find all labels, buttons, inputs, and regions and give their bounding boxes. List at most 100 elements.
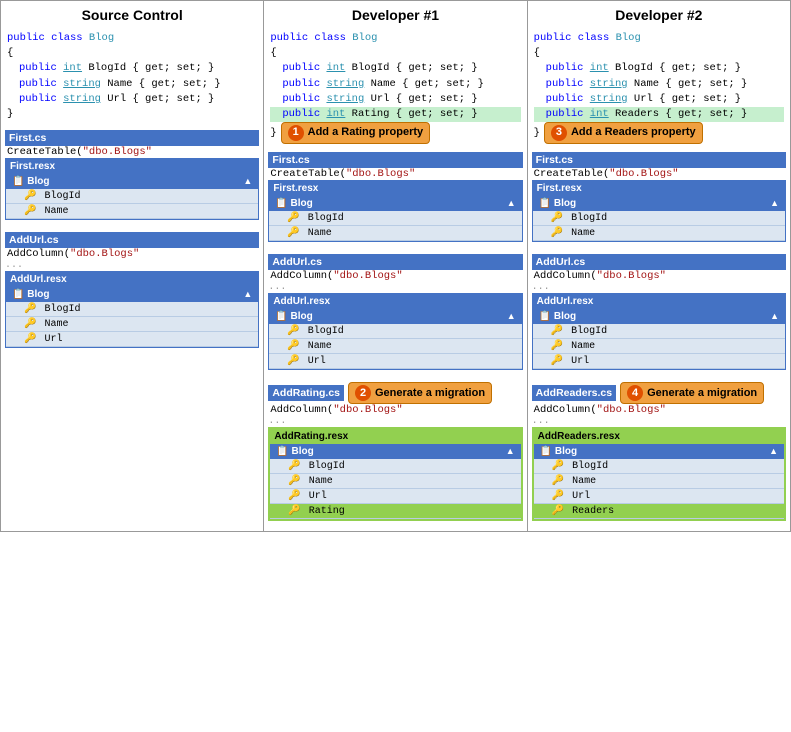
d1-addurl-resx: AddUrl.resx 📋 Blog ▲ 🔑 BlogId 🔑 Name 🔑 U… — [268, 293, 522, 370]
d1-addurl-migration: AddUrl.cs AddColumn("dbo.Blogs" ... AddU… — [268, 254, 522, 370]
callout-num-1: 1 — [288, 125, 304, 141]
d1-addrating-filename: AddRating.cs — [268, 385, 344, 401]
sc-first-resx-header: First.resx — [6, 159, 258, 174]
sc-first-resx: First.resx 📋 Blog ▲ 🔑 BlogId 🔑 Name — [5, 158, 259, 220]
sc-addurl-entity-title: 📋 Blog ▲ — [6, 287, 258, 302]
d1-addrating-resx-header: AddRating.resx — [270, 429, 520, 444]
d2-first-migration: First.cs CreateTable("dbo.Blogs" First.r… — [532, 152, 786, 242]
d2-addreaders-entity-title: 📋 Blog ▲ — [534, 444, 784, 459]
d1-addrating-code: AddColumn("dbo.Blogs" — [268, 404, 522, 416]
d1-addurl-entity-title: 📋 Blog ▲ — [269, 309, 521, 324]
developer1-code: public class Blog { public int BlogId { … — [268, 29, 522, 146]
d2-addurl-resx: AddUrl.resx 📋 Blog ▲ 🔑 BlogId 🔑 Name 🔑 U… — [532, 293, 786, 370]
d1-first-blogid-row: 🔑 BlogId — [269, 211, 521, 226]
sc-first-name-row: 🔑 Name — [6, 204, 258, 219]
sc-first-entity-title: 📋 Blog ▲ — [6, 174, 258, 189]
main-container: Source Control public class Blog { publi… — [0, 0, 791, 532]
d1-addrating-resx: AddRating.resx 📋 Blog ▲ 🔑 BlogId 🔑 Name … — [268, 427, 522, 521]
d1-addrating-entity-table: 📋 Blog ▲ 🔑 BlogId 🔑 Name 🔑 Url 🔑 Rating — [270, 444, 520, 519]
callout-4: 4 Generate a migration — [620, 382, 764, 404]
sc-first-entity-table: 📋 Blog ▲ 🔑 BlogId 🔑 Name — [6, 174, 258, 219]
d2-first-filename: First.cs — [532, 152, 786, 168]
source-control-header: Source Control — [5, 7, 259, 23]
d1-addrating-url-row: 🔑 Url — [270, 489, 520, 504]
d2-addurl-filename: AddUrl.cs — [532, 254, 786, 270]
sc-addurl-filename: AddUrl.cs — [5, 232, 259, 248]
d1-first-resx-header: First.resx — [269, 181, 521, 196]
d2-first-name-row: 🔑 Name — [533, 226, 785, 241]
d1-addrating-entity-title: 📋 Blog ▲ — [270, 444, 520, 459]
developer1-column: Developer #1 public class Blog { public … — [264, 1, 527, 531]
d2-addreaders-resx-header: AddReaders.resx — [534, 429, 784, 444]
d2-addreaders-readers-row: 🔑 Readers — [534, 504, 784, 519]
d1-addrating-rating-row: 🔑 Rating — [270, 504, 520, 519]
d1-first-entity-table: 📋 Blog ▲ 🔑 BlogId 🔑 Name — [269, 196, 521, 241]
d2-first-code: CreateTable("dbo.Blogs" — [532, 168, 786, 180]
callout-3: 3 Add a Readers property — [544, 122, 703, 144]
d2-addreaders-migration: AddReaders.cs 4 Generate a migration Add… — [532, 382, 786, 521]
d2-addurl-url-row: 🔑 Url — [533, 354, 785, 369]
developer2-column: Developer #2 public class Blog { public … — [528, 1, 790, 531]
d2-first-resx: First.resx 📋 Blog ▲ 🔑 BlogId 🔑 Name — [532, 180, 786, 242]
sc-first-code: CreateTable("dbo.Blogs" — [5, 146, 259, 158]
sc-first-filename: First.cs — [5, 130, 259, 146]
sc-addurl-resx-header: AddUrl.resx — [6, 272, 258, 287]
developer1-header: Developer #1 — [268, 7, 522, 23]
callout-num-4: 4 — [627, 385, 643, 401]
d1-first-name-row: 🔑 Name — [269, 226, 521, 241]
sc-addurl-name-row: 🔑 Name — [6, 317, 258, 332]
sc-addurl-entity-table: 📋 Blog ▲ 🔑 BlogId 🔑 Name 🔑 Url — [6, 287, 258, 347]
callout-num-3: 3 — [551, 125, 567, 141]
d1-first-migration: First.cs CreateTable("dbo.Blogs" First.r… — [268, 152, 522, 242]
d2-addurl-code: AddColumn("dbo.Blogs" — [532, 270, 786, 282]
d1-addurl-entity-table: 📋 Blog ▲ 🔑 BlogId 🔑 Name 🔑 Url — [269, 309, 521, 369]
callout-2-text: Generate a migration — [375, 387, 485, 399]
d2-addurl-resx-header: AddUrl.resx — [533, 294, 785, 309]
d2-addreaders-name-row: 🔑 Name — [534, 474, 784, 489]
sc-addurl-url-row: 🔑 Url — [6, 332, 258, 347]
d2-addreaders-filename: AddReaders.cs — [532, 385, 616, 401]
callout-4-text: Generate a migration — [647, 387, 757, 399]
source-control-column: Source Control public class Blog { publi… — [1, 1, 264, 531]
d1-addrating-name-row: 🔑 Name — [270, 474, 520, 489]
d2-addurl-migration: AddUrl.cs AddColumn("dbo.Blogs" ... AddU… — [532, 254, 786, 370]
d2-addurl-blogid-row: 🔑 BlogId — [533, 324, 785, 339]
d1-first-resx: First.resx 📋 Blog ▲ 🔑 BlogId 🔑 Name — [268, 180, 522, 242]
sc-addurl-migration: AddUrl.cs AddColumn("dbo.Blogs" ... AddU… — [5, 232, 259, 348]
source-control-code: public class Blog { public int BlogId { … — [5, 29, 259, 124]
d2-addreaders-blogid-row: 🔑 BlogId — [534, 459, 784, 474]
sc-first-blogid-row: 🔑 BlogId — [6, 189, 258, 204]
callout-num-2: 2 — [355, 385, 371, 401]
developer2-header: Developer #2 — [532, 7, 786, 23]
d2-addreaders-resx: AddReaders.resx 📋 Blog ▲ 🔑 BlogId 🔑 Name… — [532, 427, 786, 521]
d1-addurl-blogid-row: 🔑 BlogId — [269, 324, 521, 339]
d1-addurl-filename: AddUrl.cs — [268, 254, 522, 270]
d2-first-entity-table: 📋 Blog ▲ 🔑 BlogId 🔑 Name — [533, 196, 785, 241]
d2-addurl-name-row: 🔑 Name — [533, 339, 785, 354]
d1-first-entity-title: 📋 Blog ▲ — [269, 196, 521, 211]
developer2-code: public class Blog { public int BlogId { … — [532, 29, 786, 146]
callout-2: 2 Generate a migration — [348, 382, 492, 404]
callout-3-text: Add a Readers property — [571, 125, 696, 141]
d2-addurl-entity-table: 📋 Blog ▲ 🔑 BlogId 🔑 Name 🔑 Url — [533, 309, 785, 369]
sc-addurl-blogid-row: 🔑 BlogId — [6, 302, 258, 317]
callout-1: 1 Add a Rating property — [281, 122, 431, 144]
sc-addurl-code: AddColumn("dbo.Blogs" — [5, 248, 259, 260]
d1-addurl-resx-header: AddUrl.resx — [269, 294, 521, 309]
d1-first-filename: First.cs — [268, 152, 522, 168]
d2-addreaders-url-row: 🔑 Url — [534, 489, 784, 504]
d2-addurl-entity-title: 📋 Blog ▲ — [533, 309, 785, 324]
d2-first-resx-header: First.resx — [533, 181, 785, 196]
d1-addurl-name-row: 🔑 Name — [269, 339, 521, 354]
d2-first-entity-title: 📋 Blog ▲ — [533, 196, 785, 211]
d1-addrating-migration: AddRating.cs 2 Generate a migration AddC… — [268, 382, 522, 521]
sc-addurl-resx: AddUrl.resx 📋 Blog ▲ 🔑 BlogId 🔑 Name 🔑 U… — [5, 271, 259, 348]
d1-first-code: CreateTable("dbo.Blogs" — [268, 168, 522, 180]
d1-addrating-blogid-row: 🔑 BlogId — [270, 459, 520, 474]
d1-addurl-url-row: 🔑 Url — [269, 354, 521, 369]
sc-first-migration: First.cs CreateTable("dbo.Blogs" First.r… — [5, 130, 259, 220]
callout-1-text: Add a Rating property — [308, 125, 424, 141]
d2-addreaders-entity-table: 📋 Blog ▲ 🔑 BlogId 🔑 Name 🔑 Url 🔑 Readers — [534, 444, 784, 519]
d2-addreaders-code: AddColumn("dbo.Blogs" — [532, 404, 786, 416]
d1-addurl-code: AddColumn("dbo.Blogs" — [268, 270, 522, 282]
